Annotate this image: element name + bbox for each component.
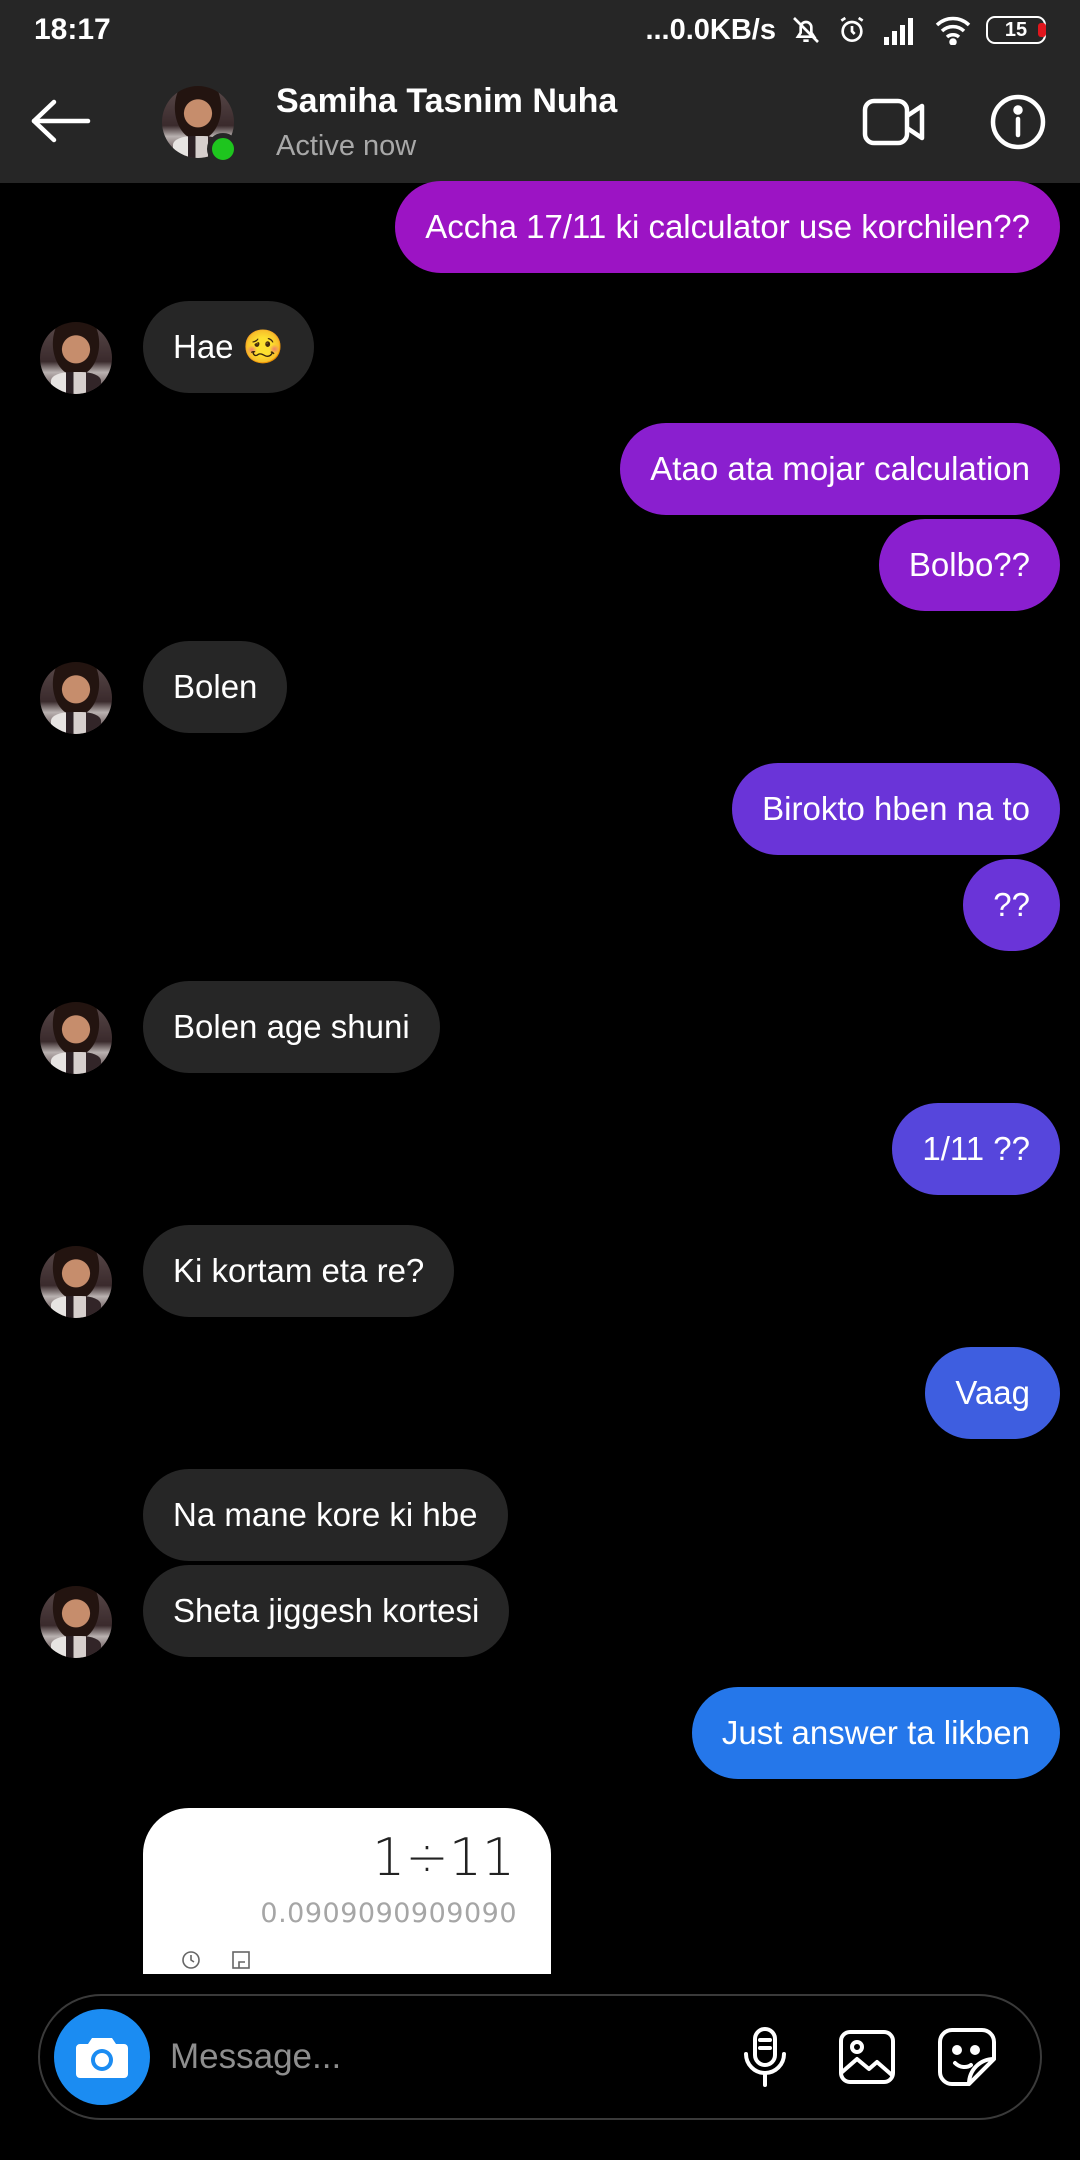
message-bubble-outgoing[interactable]: Bolbo?? bbox=[878, 519, 1060, 611]
info-icon bbox=[990, 94, 1046, 150]
message-bubble-outgoing[interactable]: Just answer ta likben bbox=[691, 1687, 1060, 1779]
message-bubble-incoming[interactable]: Na mane kore ki hbe bbox=[143, 1469, 508, 1561]
network-speed: ...0.0KB/s bbox=[645, 13, 776, 46]
video-call-icon bbox=[862, 98, 925, 146]
message-bubble-incoming[interactable]: Sheta jiggesh kortesi bbox=[143, 1565, 510, 1657]
message-bubble-incoming[interactable]: Hae 🥴 bbox=[143, 301, 314, 393]
camera-button[interactable] bbox=[54, 2009, 150, 2105]
message-bubble-outgoing[interactable]: Atao ata mojar calculation bbox=[620, 423, 1060, 515]
image-message[interactable]: 1÷11 0.0909090909090 bbox=[143, 1808, 551, 1974]
message-composer bbox=[38, 1994, 1042, 2120]
back-arrow-icon bbox=[31, 99, 91, 143]
gallery-button[interactable] bbox=[832, 2022, 902, 2092]
message-bubble-incoming[interactable]: Bolen age shuni bbox=[143, 981, 440, 1073]
camera-icon bbox=[76, 2038, 128, 2078]
ruler-icon bbox=[232, 1951, 250, 1969]
sender-avatar[interactable] bbox=[40, 1246, 112, 1318]
info-button[interactable] bbox=[990, 94, 1046, 150]
sticker-button[interactable] bbox=[932, 2022, 1002, 2092]
message-input[interactable] bbox=[170, 2024, 730, 2090]
message-bubble-outgoing[interactable]: Vaag bbox=[925, 1347, 1060, 1439]
video-call-button[interactable] bbox=[862, 96, 934, 148]
alarm-icon bbox=[836, 14, 868, 46]
status-icons: ...0.0KB/s 15 bbox=[645, 14, 1046, 47]
microphone-button[interactable] bbox=[730, 2022, 800, 2092]
bell-off-icon bbox=[790, 14, 822, 46]
calculator-expression: 1÷11 bbox=[372, 1828, 515, 1888]
battery-level: 15 bbox=[1004, 18, 1028, 41]
online-indicator bbox=[207, 133, 239, 165]
message-bubble-incoming[interactable]: Ki kortam eta re? bbox=[143, 1225, 455, 1317]
status-time: 18:17 bbox=[34, 13, 111, 46]
message-bubble-outgoing[interactable]: Accha 17/11 ki calculator use korchilen?… bbox=[395, 181, 1060, 273]
contact-status: Active now bbox=[276, 130, 417, 162]
calculator-result: 0.0909090909090 bbox=[260, 1898, 517, 1929]
battery-icon: 15 bbox=[986, 16, 1046, 44]
microphone-icon bbox=[744, 2027, 786, 2087]
wifi-icon bbox=[934, 15, 972, 45]
sender-avatar[interactable] bbox=[40, 662, 112, 734]
gallery-icon bbox=[839, 2030, 895, 2084]
back-button[interactable] bbox=[28, 88, 94, 154]
message-bubble-outgoing[interactable]: Birokto hben na to bbox=[732, 763, 1060, 855]
sticker-icon bbox=[938, 2028, 996, 2086]
sender-avatar[interactable] bbox=[40, 322, 112, 394]
sender-avatar[interactable] bbox=[40, 1002, 112, 1074]
contact-name[interactable]: Samiha Tasnim Nuha bbox=[276, 82, 617, 121]
message-bubble-outgoing[interactable]: 1/11 ?? bbox=[892, 1103, 1060, 1195]
clock-icon bbox=[182, 1951, 200, 1969]
message-bubble-incoming[interactable]: Bolen bbox=[143, 641, 288, 733]
status-bar: 18:17 ...0.0KB/s 15 bbox=[0, 0, 1080, 60]
chat-header: Samiha Tasnim Nuha Active now bbox=[0, 60, 1080, 183]
sender-avatar[interactable] bbox=[40, 1586, 112, 1658]
message-bubble-outgoing[interactable]: ?? bbox=[963, 859, 1060, 951]
signal-icon bbox=[882, 15, 920, 45]
